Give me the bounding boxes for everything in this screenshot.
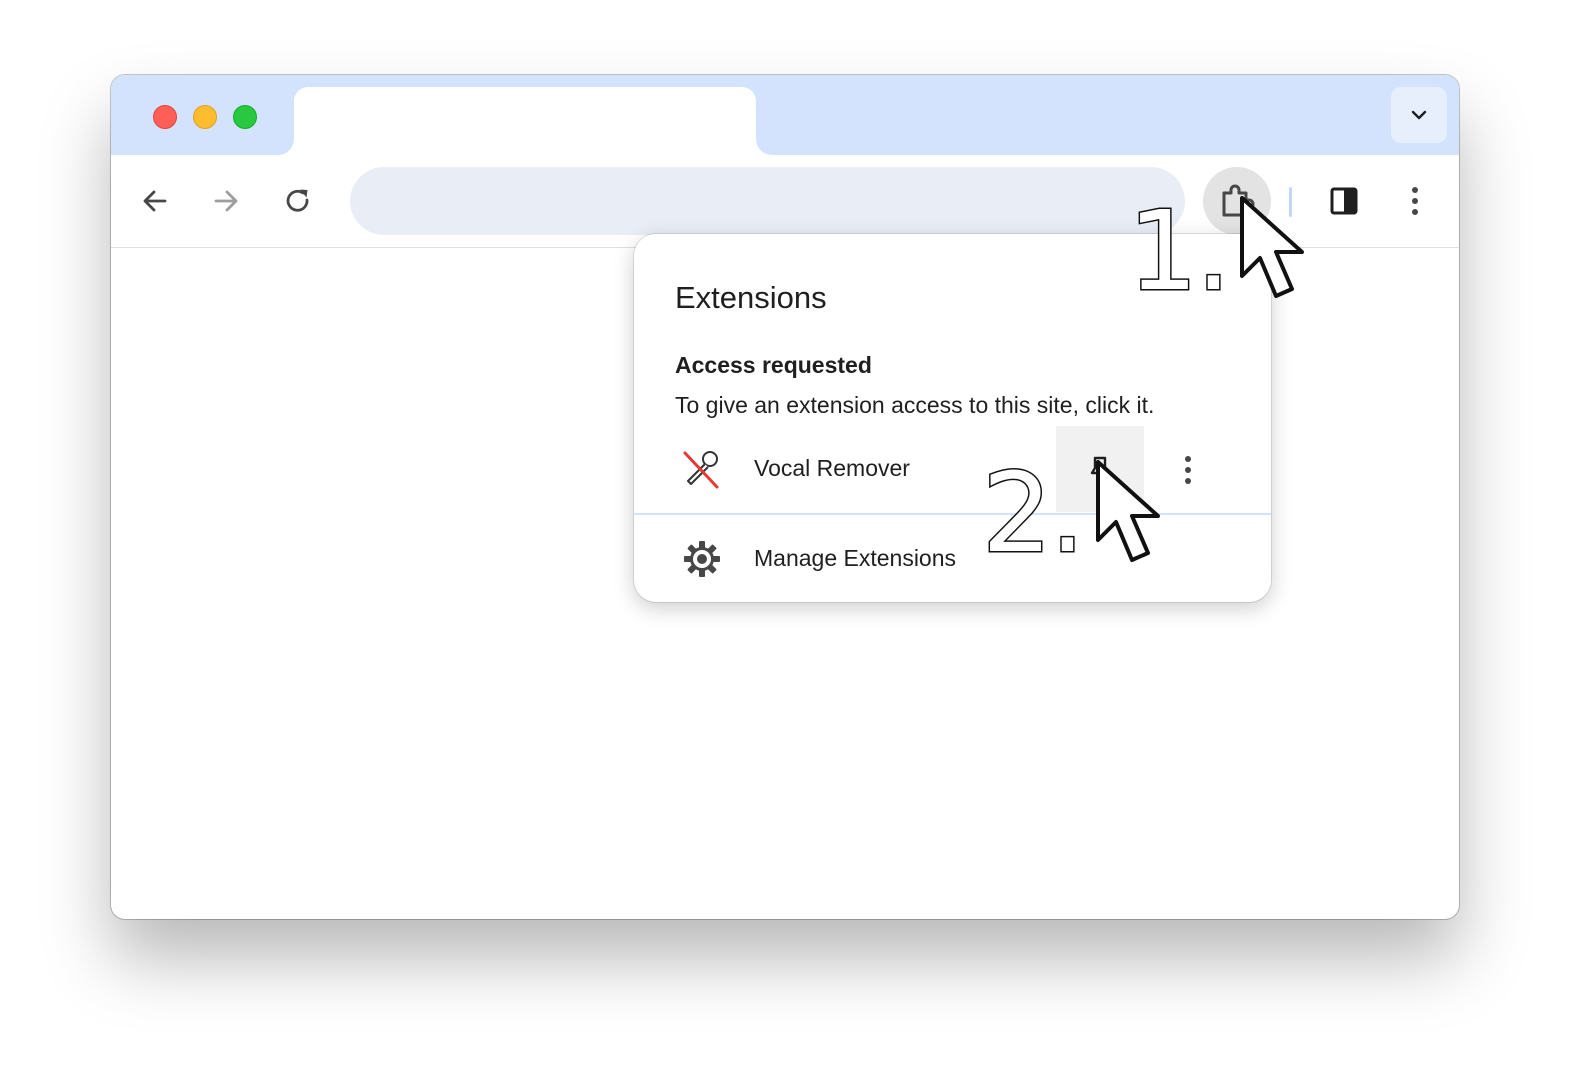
active-tab[interactable] bbox=[294, 87, 756, 155]
microphone-crossed-icon bbox=[683, 451, 719, 489]
arrow-left-icon bbox=[143, 190, 167, 212]
step-2-annotation: 2. bbox=[981, 449, 1087, 577]
zoom-window-button[interactable] bbox=[233, 105, 257, 129]
access-requested-heading: Access requested bbox=[675, 352, 872, 378]
reload-button[interactable] bbox=[274, 177, 322, 225]
manage-extensions-item[interactable]: Manage Extensions bbox=[634, 515, 1271, 602]
extension-name: Vocal Remover bbox=[754, 455, 910, 481]
address-bar[interactable] bbox=[350, 167, 1185, 235]
gear-icon bbox=[684, 541, 720, 577]
manage-extensions-label: Manage Extensions bbox=[754, 545, 957, 571]
pointer-cursor-icon bbox=[1240, 196, 1304, 298]
tab-search-button[interactable] bbox=[1391, 87, 1447, 143]
extension-more-button[interactable] bbox=[1168, 446, 1208, 494]
close-window-button[interactable] bbox=[153, 105, 177, 129]
arrow-right-icon bbox=[214, 190, 238, 212]
reload-icon bbox=[286, 189, 309, 212]
access-requested-description: To give an extension access to this site… bbox=[675, 392, 1155, 418]
extension-item-vocal-remover[interactable]: Vocal Remover bbox=[634, 424, 1271, 512]
browser-menu-button[interactable] bbox=[1391, 177, 1439, 225]
chevron-down-icon bbox=[1411, 110, 1427, 120]
popup-title: Extensions bbox=[675, 280, 827, 315]
title-bar bbox=[111, 75, 1459, 155]
step-1-annotation: 1. bbox=[1127, 187, 1233, 315]
pointer-cursor-icon bbox=[1096, 460, 1160, 562]
minimize-window-button[interactable] bbox=[193, 105, 217, 129]
forward-button[interactable] bbox=[202, 177, 250, 225]
back-button[interactable] bbox=[131, 177, 179, 225]
side-panel-button[interactable] bbox=[1320, 177, 1368, 225]
side-panel-icon bbox=[1330, 187, 1358, 215]
kebab-menu-icon bbox=[1412, 187, 1418, 215]
kebab-menu-icon bbox=[1185, 456, 1191, 484]
